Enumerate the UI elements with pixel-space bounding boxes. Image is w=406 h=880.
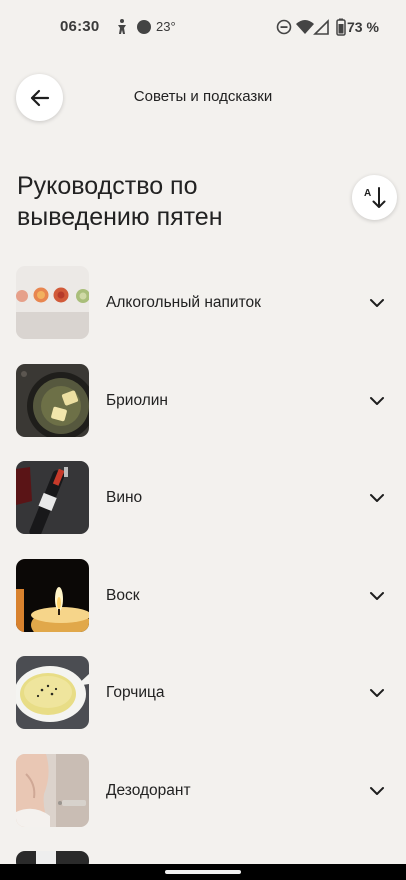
status-bar: 06:30 23° 73 % bbox=[0, 0, 406, 56]
list-item-label: Воск bbox=[106, 586, 140, 604]
chevron-down-icon[interactable] bbox=[368, 782, 386, 800]
thumbnail-alcohol bbox=[16, 266, 89, 339]
thumbnail-mustard bbox=[16, 656, 89, 729]
thumbnail-pomade bbox=[16, 363, 89, 437]
home-indicator[interactable] bbox=[165, 870, 241, 874]
page-title: Руководство по выведению пятен bbox=[17, 172, 223, 231]
list-item-label: Горчица bbox=[106, 684, 165, 701]
circle-icon bbox=[134, 17, 154, 37]
chevron-down-icon[interactable] bbox=[368, 587, 386, 605]
list-item-wax[interactable]: Воск bbox=[0, 558, 406, 657]
sort-button[interactable]: A bbox=[352, 175, 397, 220]
chevron-down-icon[interactable] bbox=[368, 294, 386, 312]
thumbnail-wax bbox=[16, 558, 89, 632]
sort-alpha-down-icon: A bbox=[364, 186, 385, 208]
chevron-down-icon[interactable] bbox=[368, 489, 386, 507]
sort-letter: A bbox=[364, 188, 371, 199]
chevron-down-icon[interactable] bbox=[368, 392, 386, 410]
stain-guide-list: Алкогольный напиток Бриолин Вино Воск Го… bbox=[0, 266, 406, 871]
header-title: Советы и подсказки bbox=[133, 88, 273, 105]
dnd-icon bbox=[274, 17, 294, 37]
list-item-label: Алкогольный напиток bbox=[106, 294, 261, 311]
list-item-mustard[interactable]: Горчица bbox=[0, 656, 406, 754]
thumbnail-deodorant bbox=[16, 753, 89, 827]
signal-icon bbox=[312, 17, 332, 37]
list-item-label: Дезодорант bbox=[106, 781, 191, 799]
list-item-pomade[interactable]: Бриолин bbox=[0, 363, 406, 462]
list-item-alcohol[interactable]: Алкогольный напиток bbox=[0, 266, 406, 364]
status-battery: 73 % bbox=[347, 19, 379, 35]
list-item-label: Вино bbox=[106, 489, 143, 506]
list-item-deodorant[interactable]: Дезодорант bbox=[0, 753, 406, 852]
list-item-label: Бриолин bbox=[106, 391, 168, 409]
chevron-down-icon[interactable] bbox=[368, 684, 386, 702]
list-item-wine[interactable]: Вино bbox=[0, 461, 406, 559]
status-temperature: 23° bbox=[156, 19, 176, 34]
thumbnail-wine bbox=[16, 461, 89, 534]
accessibility-icon bbox=[112, 17, 132, 37]
navigation-bar bbox=[0, 864, 406, 880]
status-time: 06:30 bbox=[60, 18, 100, 35]
